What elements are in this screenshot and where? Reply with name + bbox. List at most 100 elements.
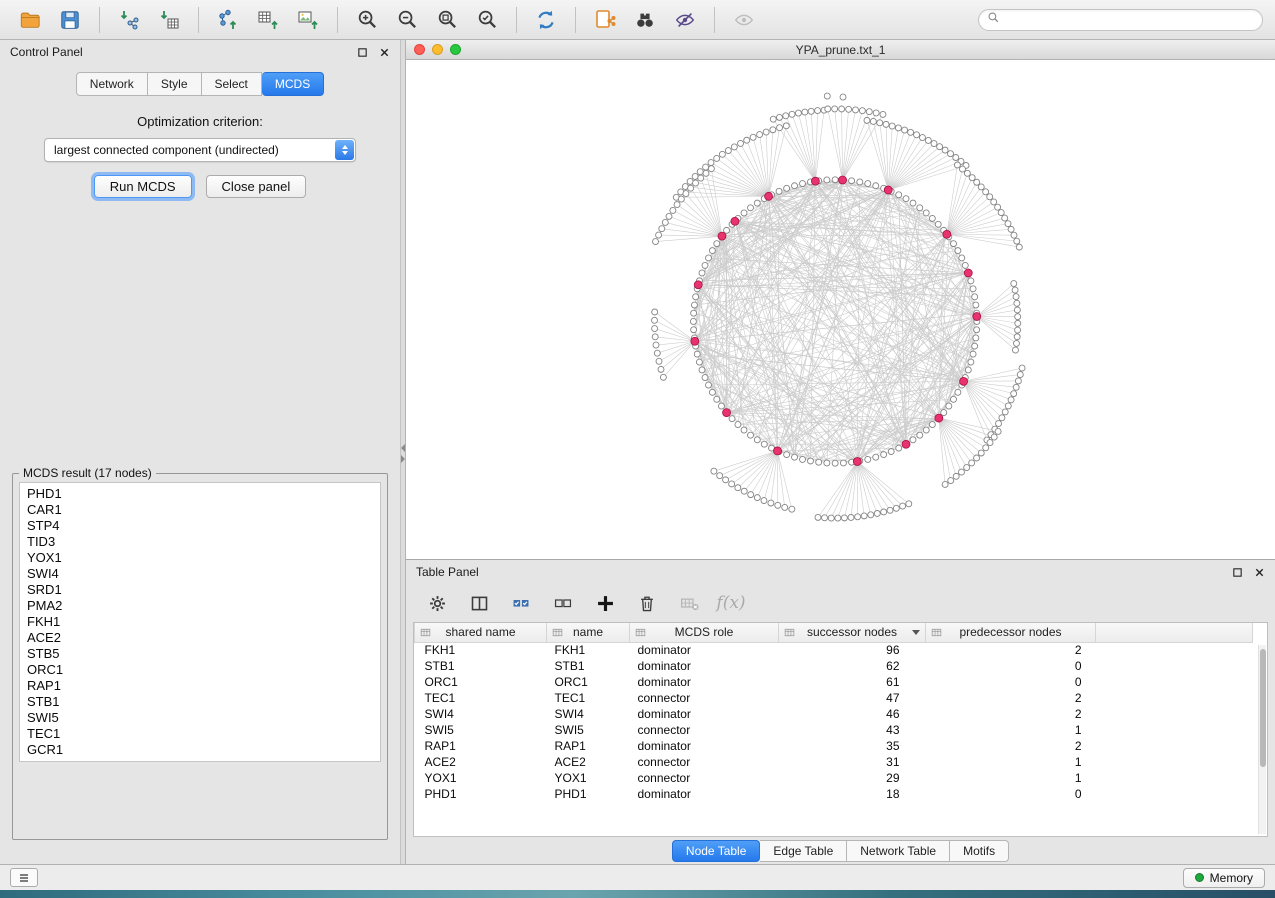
tab-style[interactable]: Style xyxy=(148,72,202,96)
clone-network-icon[interactable] xyxy=(587,5,623,35)
column-type-icon xyxy=(551,626,564,639)
table-scrollbar[interactable] xyxy=(1258,645,1266,834)
table-row[interactable]: FKH1FKH1dominator962 xyxy=(415,642,1253,658)
memory-status-icon xyxy=(1195,873,1204,882)
mcds-result-item[interactable]: ORC1 xyxy=(27,662,373,678)
mcds-buttons-row: Run MCDS Close panel xyxy=(0,175,400,198)
run-mcds-button[interactable]: Run MCDS xyxy=(94,175,192,198)
mcds-result-item[interactable]: CAR1 xyxy=(27,502,373,518)
export-network-icon[interactable] xyxy=(210,5,246,35)
table-scrollbar-thumb[interactable] xyxy=(1260,649,1266,767)
mcds-result-item[interactable]: GCR1 xyxy=(27,742,373,758)
column-header-predecessor-nodes[interactable]: predecessor nodes xyxy=(926,623,1096,642)
collapse-right-icon[interactable] xyxy=(401,455,405,463)
column-header-name[interactable]: name xyxy=(547,623,630,642)
right-pane: YPA_prune.txt_1 Table Panel xyxy=(406,40,1275,864)
mcds-result-item[interactable]: RAP1 xyxy=(27,678,373,694)
mcds-result-item[interactable]: SWI5 xyxy=(27,710,373,726)
table-panel: Table Panel f(x) xyxy=(406,560,1275,864)
table-row[interactable]: PHD1PHD1dominator180 xyxy=(415,786,1253,802)
column-header-label: name xyxy=(573,625,603,639)
network-window: YPA_prune.txt_1 xyxy=(406,40,1275,560)
column-type-icon xyxy=(783,626,796,639)
table-row[interactable]: RAP1RAP1dominator352 xyxy=(415,738,1253,754)
tab-select[interactable]: Select xyxy=(202,72,262,96)
table-row[interactable]: TEC1TEC1connector472 xyxy=(415,690,1253,706)
mcds-result-item[interactable]: TEC1 xyxy=(27,726,373,742)
search-box[interactable] xyxy=(978,9,1263,31)
network-graph[interactable] xyxy=(406,60,1275,559)
mcds-result-item[interactable]: FKH1 xyxy=(27,614,373,630)
export-image-icon[interactable] xyxy=(290,5,326,35)
float-table-panel-icon[interactable] xyxy=(1231,566,1243,578)
node-table: shared name name MCDS rolesuccessor nodesp… xyxy=(413,622,1268,837)
network-canvas[interactable] xyxy=(406,60,1275,559)
column-header-MCDS-role[interactable]: MCDS role xyxy=(630,623,779,642)
collapse-left-icon[interactable] xyxy=(401,444,405,452)
import-network-icon[interactable] xyxy=(111,5,147,35)
sort-chevron-down-icon[interactable] xyxy=(912,630,920,635)
shared-name-cell: ORC1 xyxy=(415,674,547,690)
minimize-window-button[interactable] xyxy=(432,44,443,55)
maximize-window-button[interactable] xyxy=(450,44,461,55)
shared-name-cell: ACE2 xyxy=(415,754,547,770)
delete-column-icon[interactable] xyxy=(634,590,660,616)
status-menu-button[interactable] xyxy=(10,868,38,887)
close-panel-button[interactable]: Close panel xyxy=(206,175,307,198)
filler-cell xyxy=(1096,642,1253,658)
close-window-button[interactable] xyxy=(414,44,425,55)
hide-details-icon[interactable] xyxy=(667,5,703,35)
search-input[interactable] xyxy=(1005,12,1254,28)
tab-edge-table[interactable]: Edge Table xyxy=(760,840,847,862)
mcds-result-item[interactable]: STB1 xyxy=(27,694,373,710)
table-row[interactable]: STB1STB1dominator620 xyxy=(415,658,1253,674)
zoom-in-icon[interactable] xyxy=(349,5,385,35)
tab-network[interactable]: Network xyxy=(76,72,148,96)
mcds-result-item[interactable]: YOX1 xyxy=(27,550,373,566)
table-row[interactable]: ACE2ACE2connector311 xyxy=(415,754,1253,770)
close-panel-icon[interactable] xyxy=(378,46,390,58)
columns-icon[interactable] xyxy=(466,590,492,616)
control-panel-tabs: NetworkStyleSelectMCDS xyxy=(0,72,400,96)
mcds-result-item[interactable]: SWI4 xyxy=(27,566,373,582)
column-header-successor-nodes[interactable]: successor nodes xyxy=(779,623,926,642)
zoom-fit-icon[interactable] xyxy=(429,5,465,35)
import-table-icon[interactable] xyxy=(151,5,187,35)
mcds-result-item[interactable]: PMA2 xyxy=(27,598,373,614)
select-all-icon[interactable] xyxy=(508,590,534,616)
mcds-result-item[interactable]: STP4 xyxy=(27,518,373,534)
network-window-titlebar[interactable]: YPA_prune.txt_1 xyxy=(406,40,1275,60)
name-cell: RAP1 xyxy=(547,738,630,754)
criterion-dropdown[interactable]: largest connected component (undirected) xyxy=(44,138,356,162)
save-session-icon[interactable] xyxy=(52,5,88,35)
table-row[interactable]: SWI5SWI5connector431 xyxy=(415,722,1253,738)
tab-mcds[interactable]: MCDS xyxy=(262,72,324,96)
mcds-result-item[interactable]: PHD1 xyxy=(27,486,373,502)
table-row[interactable]: SWI4SWI4dominator462 xyxy=(415,706,1253,722)
deselect-all-icon[interactable] xyxy=(550,590,576,616)
column-header-shared-name[interactable]: shared name xyxy=(415,623,547,642)
mcds-result-item[interactable]: SRD1 xyxy=(27,582,373,598)
tab-motifs[interactable]: Motifs xyxy=(950,840,1009,862)
table-panel-title: Table Panel xyxy=(416,565,479,579)
float-panel-icon[interactable] xyxy=(356,46,368,58)
successor-nodes-cell: 47 xyxy=(779,690,926,706)
mcds-result-item[interactable]: ACE2 xyxy=(27,630,373,646)
close-table-panel-icon[interactable] xyxy=(1253,566,1265,578)
zoom-out-icon[interactable] xyxy=(389,5,425,35)
tab-node-table[interactable]: Node Table xyxy=(672,840,761,862)
table-row[interactable]: YOX1YOX1connector291 xyxy=(415,770,1253,786)
export-table-icon[interactable] xyxy=(250,5,286,35)
add-column-icon[interactable] xyxy=(592,590,618,616)
mcds-result-item[interactable]: STB5 xyxy=(27,646,373,662)
table-row[interactable]: ORC1ORC1dominator610 xyxy=(415,674,1253,690)
zoom-selected-icon[interactable] xyxy=(469,5,505,35)
open-file-icon[interactable] xyxy=(12,5,48,35)
mcds-result-item[interactable]: TID3 xyxy=(27,534,373,550)
gear-icon[interactable] xyxy=(424,590,450,616)
memory-button[interactable]: Memory xyxy=(1183,868,1265,888)
binoculars-icon[interactable] xyxy=(627,5,663,35)
mcds-result-list[interactable]: PHD1CAR1STP4TID3YOX1SWI4SRD1PMA2FKH1ACE2… xyxy=(19,482,381,762)
refresh-icon[interactable] xyxy=(528,5,564,35)
tab-network-table[interactable]: Network Table xyxy=(847,840,950,862)
